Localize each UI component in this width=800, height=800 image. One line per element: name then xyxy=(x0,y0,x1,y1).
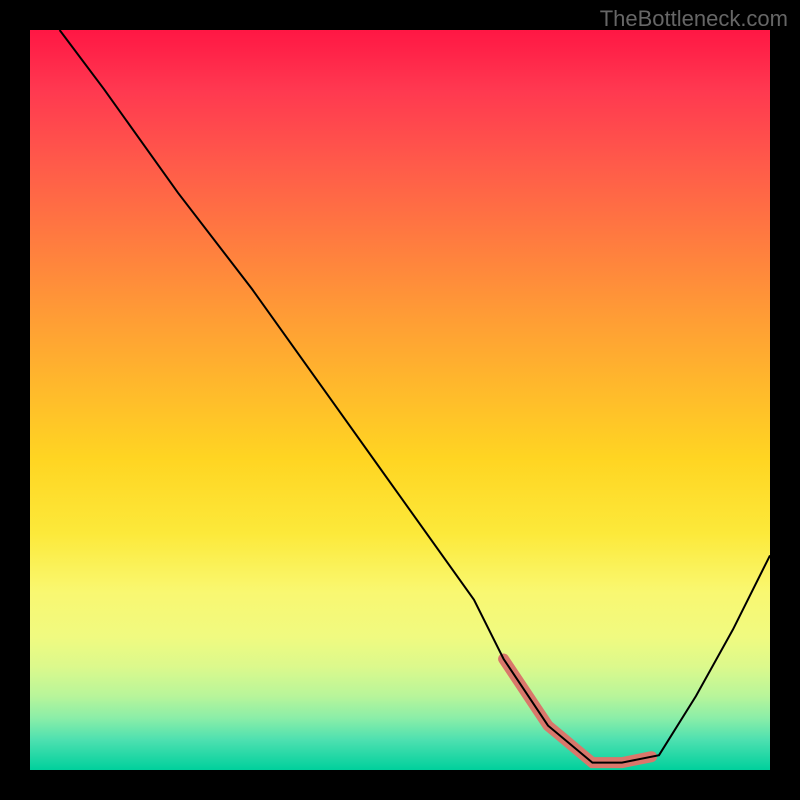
curve-highlight xyxy=(504,659,652,763)
curve-line xyxy=(60,30,770,763)
chart-plot-area xyxy=(30,30,770,770)
chart-svg xyxy=(30,30,770,770)
watermark-text: TheBottleneck.com xyxy=(600,6,788,32)
